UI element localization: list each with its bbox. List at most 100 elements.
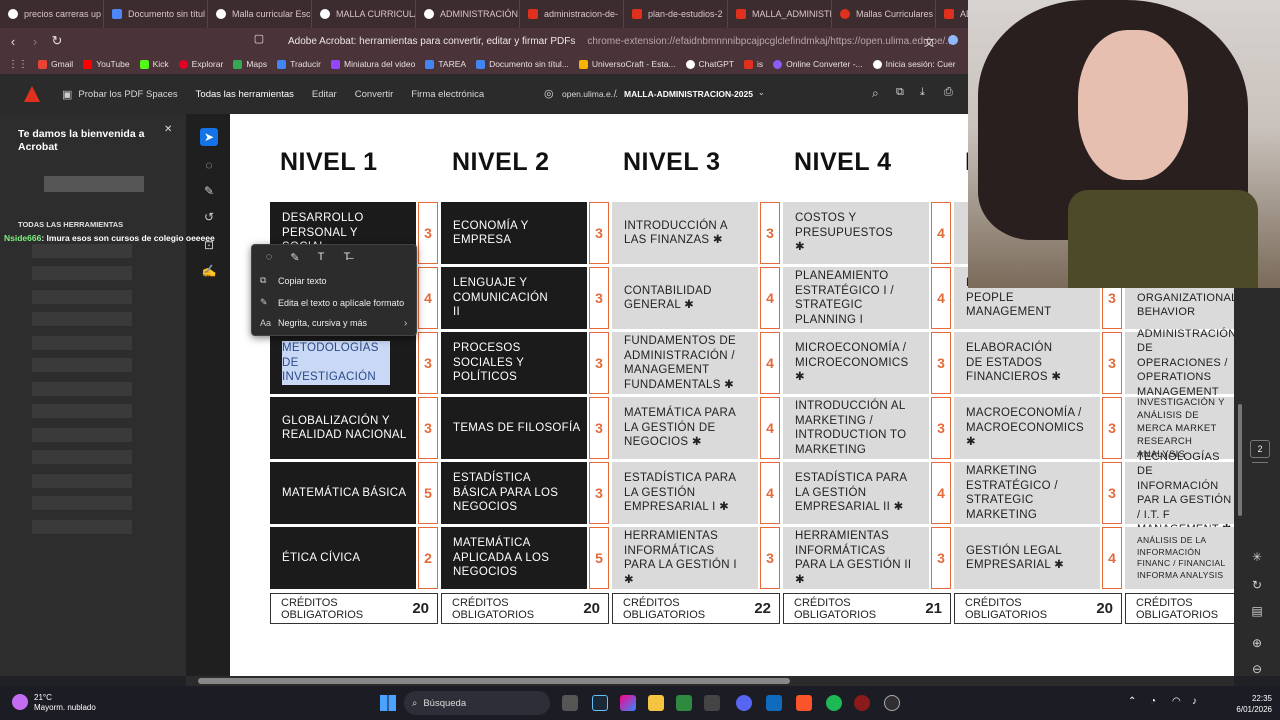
- tool-item-placeholder[interactable]: [32, 382, 132, 396]
- lasso-icon[interactable]: ↺: [200, 208, 218, 226]
- course-cell[interactable]: LENGUAJE Y COMUNICACIÓN II: [441, 267, 587, 329]
- steam-icon[interactable]: [592, 695, 608, 711]
- tool-item-placeholder[interactable]: [32, 496, 132, 510]
- omnibox[interactable]: Adobe Acrobat: herramientas para convert…: [288, 31, 1008, 51]
- bookmark-kick[interactable]: Kick: [139, 59, 169, 69]
- browser-tab[interactable]: Mallas Curriculares: [832, 0, 936, 28]
- discord-icon[interactable]: [736, 695, 752, 711]
- task-view-icon[interactable]: [562, 695, 578, 711]
- course-cell[interactable]: ADMINISTRACIÓN DE OPERACIONES / OPERATIO…: [1125, 328, 1234, 398]
- back-icon[interactable]: ‹: [4, 34, 22, 49]
- course-cell[interactable]: CONTABILIDAD GENERAL ✱: [612, 267, 758, 329]
- select-cursor-icon[interactable]: ➤: [200, 128, 218, 146]
- comment-icon[interactable]: ◌: [258, 251, 280, 264]
- chevron-right-icon[interactable]: ›: [404, 318, 407, 329]
- tool-item-placeholder[interactable]: [32, 450, 132, 464]
- draw-icon[interactable]: ✎: [200, 182, 218, 200]
- browser-tab[interactable]: plan-de-estudios-2: [624, 0, 728, 28]
- edit-text-item[interactable]: ✎ Edita el texto o aplícale formato: [260, 297, 404, 308]
- course-cell[interactable]: MICROECONOMÍA / MICROECONOMICS ✱: [783, 332, 929, 394]
- course-cell[interactable]: GESTIÓN LEGAL EMPRESARIAL ✱: [954, 527, 1100, 589]
- apps-icon[interactable]: ⋮⋮: [8, 59, 28, 70]
- rotate-icon[interactable]: ↻: [1248, 576, 1266, 594]
- bookmark-youtube[interactable]: YouTube: [83, 59, 130, 69]
- filename-label[interactable]: MALLA-ADMINISTRACION-2025: [624, 89, 753, 99]
- browser-tab[interactable]: MALLA CURRICULA: [312, 0, 416, 28]
- vertical-scrollbar[interactable]: [1238, 404, 1242, 516]
- app-icon[interactable]: [676, 695, 692, 711]
- wifi-icon[interactable]: ◠: [1172, 696, 1181, 707]
- bookmark-chatgpt[interactable]: ChatGPT: [685, 59, 734, 69]
- course-cell[interactable]: TEMAS DE FILOSOFÍA: [441, 397, 587, 459]
- tool-item-placeholder[interactable]: [32, 290, 132, 304]
- system-clock[interactable]: 22:35 6/01/2026: [1216, 693, 1272, 715]
- course-cell[interactable]: MATEMÁTICA BÁSICA: [270, 462, 416, 524]
- edit-tab[interactable]: Editar: [312, 89, 337, 100]
- download-icon[interactable]: ⤓: [920, 86, 925, 99]
- tool-item-placeholder[interactable]: [32, 520, 132, 534]
- course-cell[interactable]: FUNDAMENTOS DE ADMINISTRACIÓN / MANAGEME…: [612, 332, 758, 394]
- bookmark-online-converter[interactable]: Online Converter -...: [773, 59, 863, 69]
- course-cell[interactable]: MACROECONOMÍA / MACROECONOMICS ✱: [954, 397, 1100, 459]
- acrobat-logo-icon[interactable]: [24, 86, 40, 102]
- bookmark-universocraft[interactable]: UniversoCraft - Esta...: [578, 59, 676, 69]
- convert-tab[interactable]: Convertir: [355, 89, 394, 100]
- course-cell[interactable]: HERRAMIENTAS INFORMÁTICAS PARA LA GESTIÓ…: [783, 527, 929, 589]
- copy-text-item[interactable]: ⧉ Copiar texto: [260, 275, 327, 286]
- page-number-box[interactable]: 2: [1250, 440, 1270, 458]
- spotify-icon[interactable]: [826, 695, 842, 711]
- pages-icon[interactable]: ⧉: [896, 86, 904, 99]
- bookmark-inicia-sesion[interactable]: Inicia sesión: Cuer: [872, 59, 956, 69]
- volume-icon[interactable]: ♪: [1192, 696, 1197, 707]
- reload-icon[interactable]: ↻: [48, 33, 66, 49]
- course-cell[interactable]: ESTADÍSTICA BÁSICA PARA LOS NEGOCIOS: [441, 462, 587, 524]
- course-cell[interactable]: METODOLOGÍAS DE INVESTIGACIÓN: [270, 332, 416, 394]
- forward-icon[interactable]: ›: [26, 34, 44, 49]
- browser-tab[interactable]: MALLA_ADMINISTR: [728, 0, 832, 28]
- tool-item-placeholder[interactable]: [32, 358, 132, 372]
- scrollbar-thumb[interactable]: [198, 678, 790, 684]
- chevron-down-icon[interactable]: ⌄: [758, 88, 765, 97]
- windows-start-icon[interactable]: [380, 695, 396, 711]
- course-cell[interactable]: PLANEAMIENTO ESTRATÉGICO I / STRATEGIC P…: [783, 267, 929, 329]
- file-explorer-icon[interactable]: [648, 695, 664, 711]
- extension-icon[interactable]: [948, 35, 958, 45]
- horizontal-scrollbar[interactable]: [186, 676, 1234, 686]
- ai-assistant-icon[interactable]: ✳: [1248, 548, 1266, 566]
- course-cell[interactable]: MATEMÁTICA PARA LA GESTIÓN DE NEGOCIOS ✱: [612, 397, 758, 459]
- course-cell[interactable]: ECONOMÍA Y EMPRESA: [441, 202, 587, 264]
- course-cell[interactable]: TECNOLOGÍAS DE INFORMACIÓN PAR LA GESTIÓ…: [1125, 451, 1234, 535]
- browser-tab[interactable]: precios carreras up: [0, 0, 104, 28]
- document-icon[interactable]: ▤: [1248, 602, 1266, 620]
- chevron-up-icon[interactable]: ⌃: [1128, 696, 1136, 707]
- app-icon[interactable]: [854, 695, 870, 711]
- course-cell[interactable]: ELABORACIÓN DE ESTADOS FINANCIEROS ✱: [954, 332, 1100, 394]
- copilot-icon[interactable]: [620, 695, 636, 711]
- bookmark-traducir[interactable]: Traducir: [277, 59, 321, 69]
- bookmark-tarea[interactable]: TAREA: [425, 59, 466, 69]
- strikethrough-icon[interactable]: T̶: [336, 251, 358, 264]
- course-cell[interactable]: ESTADÍSTICA PARA LA GESTIÓN EMPRESARIAL …: [612, 462, 758, 524]
- course-cell[interactable]: MATEMÁTICA APLICADA A LOS NEGOCIOS: [441, 527, 587, 589]
- course-cell[interactable]: PROCESOS SOCIALES Y POLÍTICOS: [441, 332, 587, 394]
- sign-tab[interactable]: Firma electrónica: [411, 89, 484, 100]
- bookmark-miniatura[interactable]: Miniatura del video: [330, 59, 415, 69]
- translate-icon[interactable]: 文: [924, 34, 934, 49]
- bookmark-documento[interactable]: Documento sin títul...: [476, 59, 569, 69]
- brave-icon[interactable]: [796, 695, 812, 711]
- comment-icon[interactable]: ◌: [200, 156, 218, 174]
- course-cell[interactable]: GLOBALIZACIÓN Y REALIDAD NACIONAL: [270, 397, 416, 459]
- zoom-out-icon[interactable]: ⊖: [1248, 660, 1266, 678]
- browser-tab[interactable]: ADMINISTRACIÓN: [416, 0, 520, 28]
- weather-widget[interactable]: 21°C Mayorm. nublado: [34, 693, 96, 713]
- taskbar-search[interactable]: ⌕ Búsqueda: [404, 691, 550, 715]
- obs-icon[interactable]: [884, 695, 900, 711]
- print-icon[interactable]: ⎙: [944, 86, 953, 99]
- bookmark-is[interactable]: is: [743, 59, 763, 69]
- course-cell[interactable]: INTRODUCCIÓN A LAS FINANZAS ✱: [612, 202, 758, 264]
- tool-item-placeholder[interactable]: [32, 266, 132, 280]
- all-tools-tab[interactable]: Todas las herramientas: [196, 89, 294, 100]
- search-icon[interactable]: ⌕: [872, 86, 879, 101]
- format-text-item[interactable]: Aa Negrita, cursiva y más: [260, 318, 367, 328]
- tool-item-placeholder[interactable]: [32, 312, 132, 326]
